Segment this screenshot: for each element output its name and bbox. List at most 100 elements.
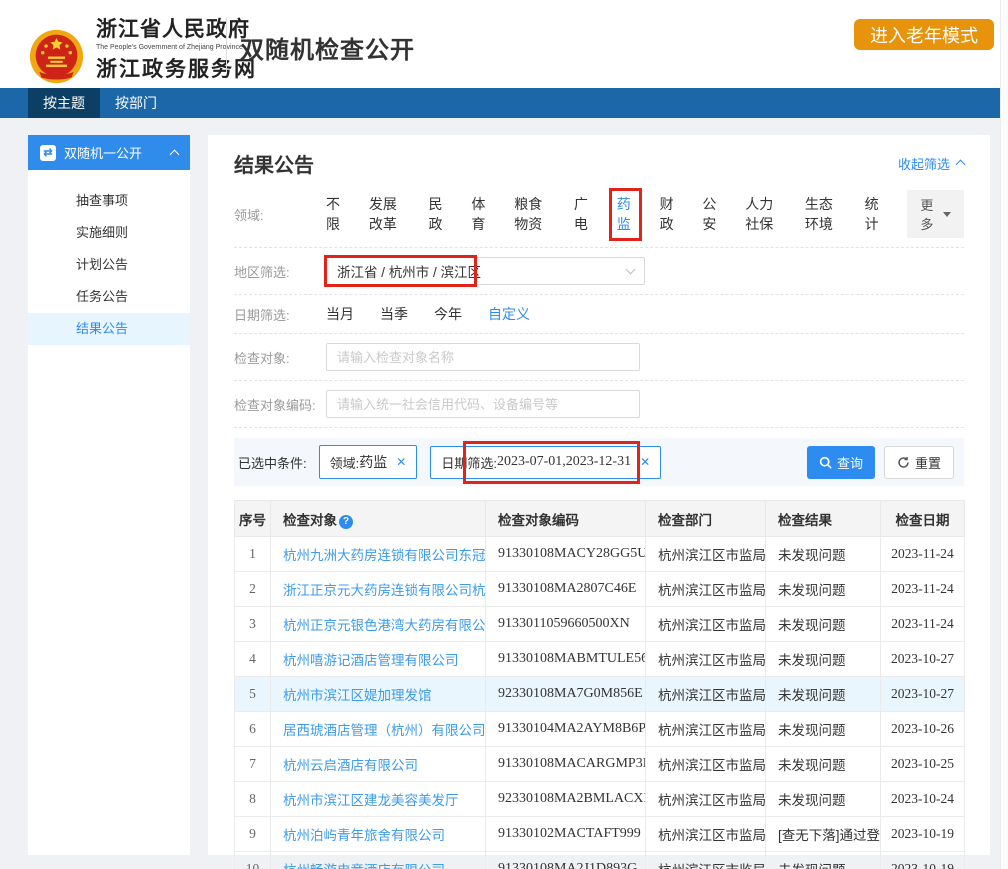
table-row: 10杭州畅游电竞酒店有限公司91330108MA2J1D893G杭州滨江区市监局… [235,852,965,869]
close-icon[interactable]: ✕ [640,455,650,469]
cell-result: 未发现问题 [766,852,881,869]
field-option[interactable]: 公安 [702,194,719,234]
sidebar-item[interactable]: 任务公告 [28,281,190,313]
search-button[interactable]: 查询 [807,446,875,479]
tag-value: 2023-07-01,2023-12-31 [497,454,631,470]
cell-date: 2023-11-24 [881,572,965,607]
nav-tab[interactable]: 按部门 [100,88,172,118]
cell-dept: 杭州滨江区市监局 [646,817,766,852]
field-option[interactable]: 药监 [617,194,634,234]
search-button-label: 查询 [837,453,863,472]
cell-result: 未发现问题 [766,677,881,712]
cell-link[interactable]: 杭州正京元银色港湾大药房有限公司 [271,607,486,642]
field-option[interactable]: 体育 [471,194,488,234]
table-row: 5杭州市滨江区媞加理发馆92330108MA7G0M856E杭州滨江区市监局未发… [235,677,965,712]
cell-link[interactable]: 浙江正京元大药房连锁有限公司杭... [271,572,486,607]
cell-link[interactable]: 杭州市滨江区媞加理发馆 [271,677,486,712]
cell-dept: 杭州滨江区市监局 [646,572,766,607]
chevron-down-icon [626,265,636,275]
cell-dept: 杭州滨江区市监局 [646,852,766,869]
selected-conditions-bar: 已选中条件: 领域: 药监✕日期筛选: 2023-07-01,2023-12-3… [234,438,964,486]
close-icon[interactable]: ✕ [396,455,406,469]
field-option[interactable]: 财政 [660,194,677,234]
sidebar: ⇄ 双随机一公开 抽查事项实施细则计划公告任务公告结果公告 [28,135,190,855]
field-option[interactable]: 发展改革 [369,194,403,234]
cell-date: 2023-11-24 [881,537,965,572]
cell-code: 91330108MACY28GG5U [486,537,646,572]
table-row: 8杭州市滨江区建龙美容美发厅92330108MA2BMLACXP杭州滨江区市监局… [235,782,965,817]
cell-link[interactable]: 杭州九洲大药房连锁有限公司东冠... [271,537,486,572]
portal-title: 浙江政务服务网 [96,53,259,83]
top-header: 浙江省人民政府 The People's Government of Zheji… [0,0,1008,88]
header-divider [226,18,227,72]
sidebar-item[interactable]: 实施细则 [28,217,190,249]
date-option[interactable]: 今年 [434,304,462,324]
date-option[interactable]: 自定义 [488,304,530,324]
region-value: 浙江省 / 杭州市 / 滨江区 [337,261,481,281]
cell-link[interactable]: 杭州畅游电竞酒店有限公司 [271,852,486,869]
cell-num: 5 [235,677,271,712]
logo-block[interactable]: 浙江省人民政府 The People's Government of Zheji… [28,13,259,100]
search-icon [819,456,832,469]
elder-mode-button[interactable]: 进入老年模式 [854,19,994,50]
cell-result: 未发现问题 [766,537,881,572]
column-header: 检查对象编码 [486,501,646,537]
cell-num: 7 [235,747,271,782]
field-option[interactable]: 生态环境 [805,194,839,234]
table-row: 4杭州嘻游记酒店管理有限公司91330108MABMTULE56杭州滨江区市监局… [235,642,965,677]
swap-icon: ⇄ [40,145,56,161]
table-row: 9杭州泊屿青年旅舍有限公司91330102MACTAFT999杭州滨江区市监局[… [235,817,965,852]
filter-tags: 领域: 药监✕日期筛选: 2023-07-01,2023-12-31✕ [319,445,675,479]
target-input[interactable] [326,343,640,371]
collapse-filter-link[interactable]: 收起筛选 [898,154,964,173]
code-input[interactable] [326,390,640,418]
reset-button[interactable]: 重置 [884,446,954,479]
tag-prefix: 日期筛选: [441,453,497,472]
cell-num: 8 [235,782,271,817]
cell-code: 91330108MACARGMP3H [486,747,646,782]
field-option[interactable]: 人力社保 [745,194,779,234]
cell-num: 3 [235,607,271,642]
more-button[interactable]: 更多 [907,190,964,238]
cell-dept: 杭州滨江区市监局 [646,782,766,817]
sidebar-header[interactable]: ⇄ 双随机一公开 [28,135,190,170]
table-header-row: 序号检查对象?检查对象编码检查部门检查结果检查日期 [235,501,965,537]
cell-link[interactable]: 居西琥酒店管理（杭州）有限公司 [271,712,486,747]
chevron-up-icon [956,160,966,170]
scrollbar[interactable] [1000,0,1008,869]
region-select[interactable]: 浙江省 / 杭州市 / 滨江区 [326,257,645,285]
cell-link[interactable]: 杭州市滨江区建龙美容美发厅 [271,782,486,817]
date-options: 当月 当季 今年 自定义 [326,304,556,324]
sidebar-item[interactable]: 结果公告 [28,313,190,345]
field-option[interactable]: 粮食物资 [514,194,548,234]
column-header: 检查部门 [646,501,766,537]
nav-tab[interactable]: 按主题 [28,88,100,118]
cell-link[interactable]: 杭州云启酒店有限公司 [271,747,486,782]
cell-num: 4 [235,642,271,677]
cell-date: 2023-10-19 [881,852,965,869]
cell-link[interactable]: 杭州嘻游记酒店管理有限公司 [271,642,486,677]
field-label: 领域: [234,205,326,224]
cell-date: 2023-10-25 [881,747,965,782]
annotation-box-field [609,188,642,241]
cell-num: 6 [235,712,271,747]
date-option[interactable]: 当月 [326,304,354,324]
date-option[interactable]: 当季 [380,304,408,324]
cell-link[interactable]: 杭州泊屿青年旅舍有限公司 [271,817,486,852]
tag-value: 药监 [359,452,387,472]
results-table: 序号检查对象?检查对象编码检查部门检查结果检查日期 1杭州九洲大药房连锁有限公司… [234,500,965,869]
field-option[interactable]: 统计 [865,194,882,234]
field-option[interactable]: 不限 [326,194,343,234]
field-option[interactable]: 广电 [574,194,591,234]
cell-result: 未发现问题 [766,712,881,747]
sidebar-item[interactable]: 计划公告 [28,249,190,281]
sidebar-list: 抽查事项实施细则计划公告任务公告结果公告 [28,170,190,345]
field-option[interactable]: 民政 [429,194,446,234]
question-icon[interactable]: ? [339,515,353,529]
chevron-up-icon [170,149,180,159]
cell-result: 未发现问题 [766,747,881,782]
cell-date: 2023-10-26 [881,712,965,747]
page: 浙江省人民政府 The People's Government of Zheji… [0,0,1008,869]
sidebar-item[interactable]: 抽查事项 [28,185,190,217]
more-label: 更多 [920,195,937,233]
